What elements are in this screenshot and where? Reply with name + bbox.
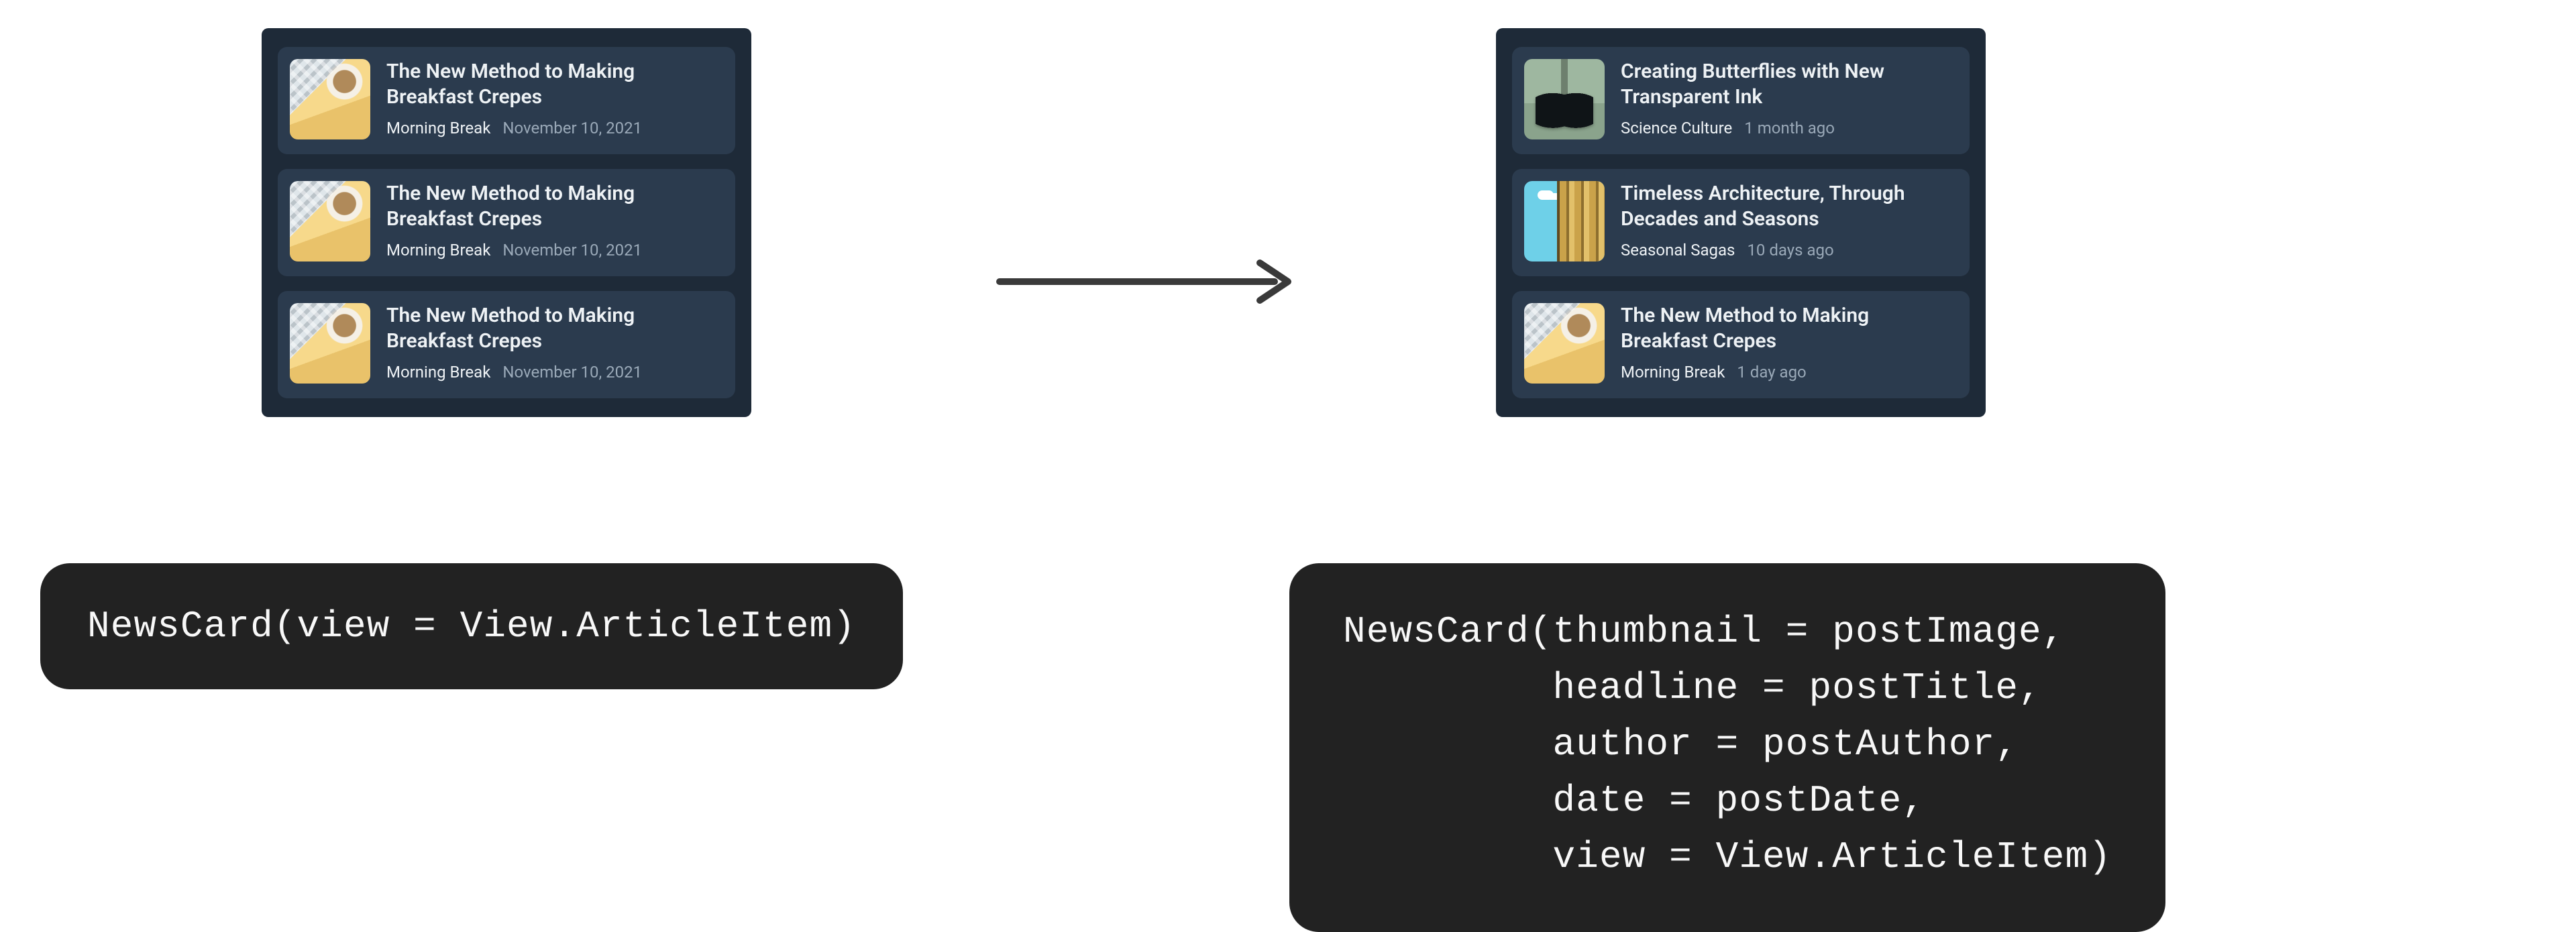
- author: Morning Break: [1621, 363, 1725, 382]
- news-meta: Science Culture 1 month ago: [1621, 119, 1953, 137]
- news-card: The New Method to Making Breakfast Crepe…: [278, 291, 735, 398]
- thumbnail-crepes-icon: [290, 181, 370, 261]
- code-line: headline = postTitle,: [1343, 666, 2042, 709]
- thumbnail-crepes-icon: [290, 303, 370, 384]
- headline: The New Method to Making Breakfast Crepe…: [386, 181, 719, 231]
- author: Seasonal Sagas: [1621, 241, 1735, 259]
- date: November 10, 2021: [502, 241, 642, 259]
- news-meta: Seasonal Sagas 10 days ago: [1621, 241, 1953, 259]
- author: Morning Break: [386, 241, 490, 259]
- headline: Creating Butterflies with New Transparen…: [1621, 59, 1953, 109]
- news-card: The New Method to Making Breakfast Crepe…: [278, 169, 735, 276]
- code-block-after: NewsCard(thumbnail = postImage, headline…: [1289, 563, 2165, 932]
- news-panel-before: The New Method to Making Breakfast Crepe…: [262, 28, 751, 417]
- author: Science Culture: [1621, 119, 1732, 137]
- news-card: Creating Butterflies with New Transparen…: [1512, 47, 1970, 154]
- headline: Timeless Architecture, Through Decades a…: [1621, 181, 1953, 231]
- date: 1 month ago: [1744, 119, 1835, 137]
- date: 10 days ago: [1747, 241, 1833, 259]
- code-line: view = View.ArticleItem): [1343, 835, 2112, 878]
- news-card-body: Creating Butterflies with New Transparen…: [1621, 59, 1953, 137]
- news-card-body: The New Method to Making Breakfast Crepe…: [386, 181, 719, 259]
- code-text: NewsCard(view = View.ArticleItem): [87, 605, 856, 648]
- news-meta: Morning Break November 10, 2021: [386, 363, 719, 382]
- news-card: The New Method to Making Breakfast Crepe…: [278, 47, 735, 154]
- news-card: Timeless Architecture, Through Decades a…: [1512, 169, 1970, 276]
- news-card-body: The New Method to Making Breakfast Crepe…: [1621, 303, 1953, 382]
- news-card: The New Method to Making Breakfast Crepe…: [1512, 291, 1970, 398]
- news-card-body: The New Method to Making Breakfast Crepe…: [386, 303, 719, 382]
- news-meta: Morning Break 1 day ago: [1621, 363, 1953, 382]
- news-card-body: The New Method to Making Breakfast Crepe…: [386, 59, 719, 137]
- date: November 10, 2021: [502, 119, 642, 137]
- thumbnail-architecture-icon: [1524, 181, 1605, 261]
- diagram-canvas: The New Method to Making Breakfast Crepe…: [0, 0, 2576, 890]
- news-meta: Morning Break November 10, 2021: [386, 119, 719, 137]
- arrow-icon: [993, 255, 1308, 308]
- thumbnail-crepes-icon: [1524, 303, 1605, 384]
- author: Morning Break: [386, 363, 490, 382]
- headline: The New Method to Making Breakfast Crepe…: [1621, 303, 1953, 353]
- code-line: NewsCard(thumbnail = postImage,: [1343, 610, 2065, 653]
- date: November 10, 2021: [502, 363, 642, 382]
- thumbnail-crepes-icon: [290, 59, 370, 139]
- news-card-body: Timeless Architecture, Through Decades a…: [1621, 181, 1953, 259]
- headline: The New Method to Making Breakfast Crepe…: [386, 303, 719, 353]
- code-block-before: NewsCard(view = View.ArticleItem): [40, 563, 903, 689]
- news-panel-after: Creating Butterflies with New Transparen…: [1496, 28, 1986, 417]
- headline: The New Method to Making Breakfast Crepe…: [386, 59, 719, 109]
- code-line: author = postAuthor,: [1343, 723, 2019, 766]
- date: 1 day ago: [1737, 363, 1806, 382]
- author: Morning Break: [386, 119, 490, 137]
- thumbnail-butterfly-icon: [1524, 59, 1605, 139]
- news-meta: Morning Break November 10, 2021: [386, 241, 719, 259]
- code-line: date = postDate,: [1343, 779, 1925, 822]
